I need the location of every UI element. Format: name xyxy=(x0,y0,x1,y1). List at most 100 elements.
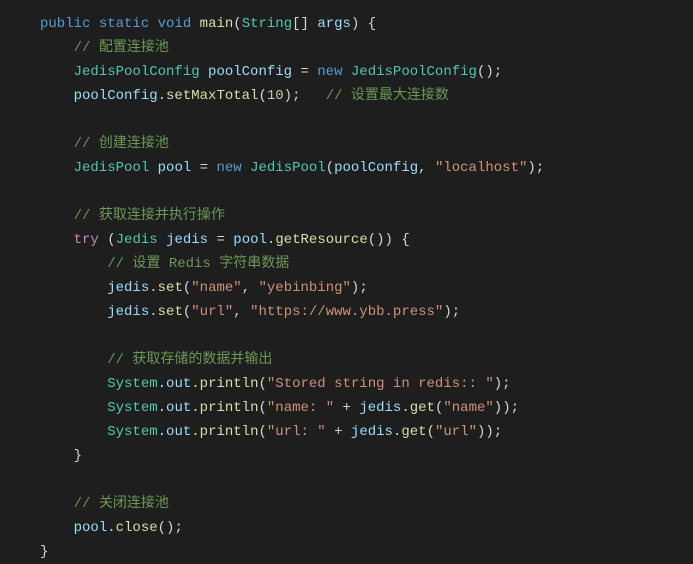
equals: = xyxy=(300,64,308,80)
method-setmaxtotal: setMaxTotal xyxy=(166,88,258,104)
code-line: try (Jedis jedis = pool.getResource()) { xyxy=(40,228,693,252)
method-println: println xyxy=(200,376,259,392)
var-jedis: jedis xyxy=(107,304,149,320)
brace: } xyxy=(40,544,48,560)
keyword-static: static xyxy=(99,16,149,32)
paren: ) xyxy=(351,16,359,32)
brace: } xyxy=(74,448,82,464)
comment: // 设置最大连接数 xyxy=(326,88,449,104)
dot: . xyxy=(158,400,166,416)
var-pool: pool xyxy=(74,520,108,536)
class-system: System xyxy=(107,400,157,416)
brackets: [] xyxy=(292,16,309,32)
paren: )); xyxy=(494,400,519,416)
dot: . xyxy=(158,88,166,104)
paren: ); xyxy=(494,376,511,392)
code-line: JedisPool pool = new JedisPool(poolConfi… xyxy=(40,156,693,180)
string-localhost: "localhost" xyxy=(435,160,527,176)
method-println: println xyxy=(200,400,259,416)
method-get: get xyxy=(410,400,435,416)
var-pool: pool xyxy=(233,232,267,248)
code-line: jedis.set("url", "https://www.ybb.press"… xyxy=(40,300,693,324)
ctor-jedispoolconfig: JedisPoolConfig xyxy=(351,64,477,80)
var-jedis: jedis xyxy=(166,232,208,248)
comma: , xyxy=(418,160,426,176)
paren: ( xyxy=(258,400,266,416)
string-urllabel: "url: " xyxy=(267,424,326,440)
class-system: System xyxy=(107,376,157,392)
code-line: // 获取存储的数据并输出 xyxy=(40,348,693,372)
code-line: // 关闭连接池 xyxy=(40,492,693,516)
brace: { xyxy=(401,232,409,248)
dot: . xyxy=(149,280,157,296)
string-name: "name" xyxy=(191,280,241,296)
type-string: String xyxy=(242,16,292,32)
parens: (); xyxy=(477,64,502,80)
code-line: // 设置 Redis 字符串数据 xyxy=(40,252,693,276)
code-line: jedis.set("name", "yebinbing"); xyxy=(40,276,693,300)
dot: . xyxy=(107,520,115,536)
paren: ( xyxy=(258,424,266,440)
param-args: args xyxy=(317,16,351,32)
paren: ); xyxy=(351,280,368,296)
comment: // 设置 Redis 字符串数据 xyxy=(107,256,289,272)
arg-poolconfig: poolConfig xyxy=(334,160,418,176)
var-pool: pool xyxy=(158,160,192,176)
field-out: out xyxy=(166,376,191,392)
code-editor: public static void main(String[] args) {… xyxy=(40,12,693,564)
keyword-try: try xyxy=(74,232,99,248)
method-close: close xyxy=(116,520,158,536)
string-namekey: "name" xyxy=(443,400,493,416)
method-set: set xyxy=(158,304,183,320)
dot: . xyxy=(401,400,409,416)
paren: ( xyxy=(326,160,334,176)
code-line: public static void main(String[] args) { xyxy=(40,12,693,36)
equals: = xyxy=(216,232,224,248)
code-line: System.out.println("Stored string in red… xyxy=(40,372,693,396)
comment: // 获取连接并执行操作 xyxy=(74,208,225,224)
keyword-new: new xyxy=(216,160,241,176)
dot: . xyxy=(158,376,166,392)
var-jedis: jedis xyxy=(351,424,393,440)
code-line: // 创建连接池 xyxy=(40,132,693,156)
method-println: println xyxy=(200,424,259,440)
blank-line xyxy=(40,180,693,204)
dot: . xyxy=(191,424,199,440)
type-jedis: Jedis xyxy=(116,232,158,248)
ctor-jedispool: JedisPool xyxy=(250,160,326,176)
dot: . xyxy=(191,376,199,392)
var-jedis: jedis xyxy=(107,280,149,296)
comma: , xyxy=(233,304,241,320)
var-poolconfig: poolConfig xyxy=(74,88,158,104)
type-jedispool: JedisPool xyxy=(74,160,150,176)
brace: { xyxy=(368,16,376,32)
comment: // 关闭连接池 xyxy=(74,496,169,512)
type-jedispoolconfig: JedisPoolConfig xyxy=(74,64,200,80)
code-line: } xyxy=(40,540,693,564)
method-get: get xyxy=(401,424,426,440)
code-line: // 获取连接并执行操作 xyxy=(40,204,693,228)
parens: (); xyxy=(158,520,183,536)
paren: ); xyxy=(527,160,544,176)
comment: // 创建连接池 xyxy=(74,136,169,152)
string-yebinbing: "yebinbing" xyxy=(259,280,351,296)
string-urlkey: "url" xyxy=(435,424,477,440)
blank-line xyxy=(40,468,693,492)
code-line: JedisPoolConfig poolConfig = new JedisPo… xyxy=(40,60,693,84)
field-out: out xyxy=(166,424,191,440)
field-out: out xyxy=(166,400,191,416)
blank-line xyxy=(40,324,693,348)
var-jedis: jedis xyxy=(359,400,401,416)
comment: // 获取存储的数据并输出 xyxy=(107,352,272,368)
method-main: main xyxy=(200,16,234,32)
string-url: "url" xyxy=(191,304,233,320)
class-system: System xyxy=(107,424,157,440)
dot: . xyxy=(191,400,199,416)
comment: // 配置连接池 xyxy=(74,40,169,56)
code-line: } xyxy=(40,444,693,468)
code-line: System.out.println("name: " + jedis.get(… xyxy=(40,396,693,420)
code-line: pool.close(); xyxy=(40,516,693,540)
code-line: // 配置连接池 xyxy=(40,36,693,60)
paren: ( xyxy=(258,376,266,392)
keyword-public: public xyxy=(40,16,90,32)
